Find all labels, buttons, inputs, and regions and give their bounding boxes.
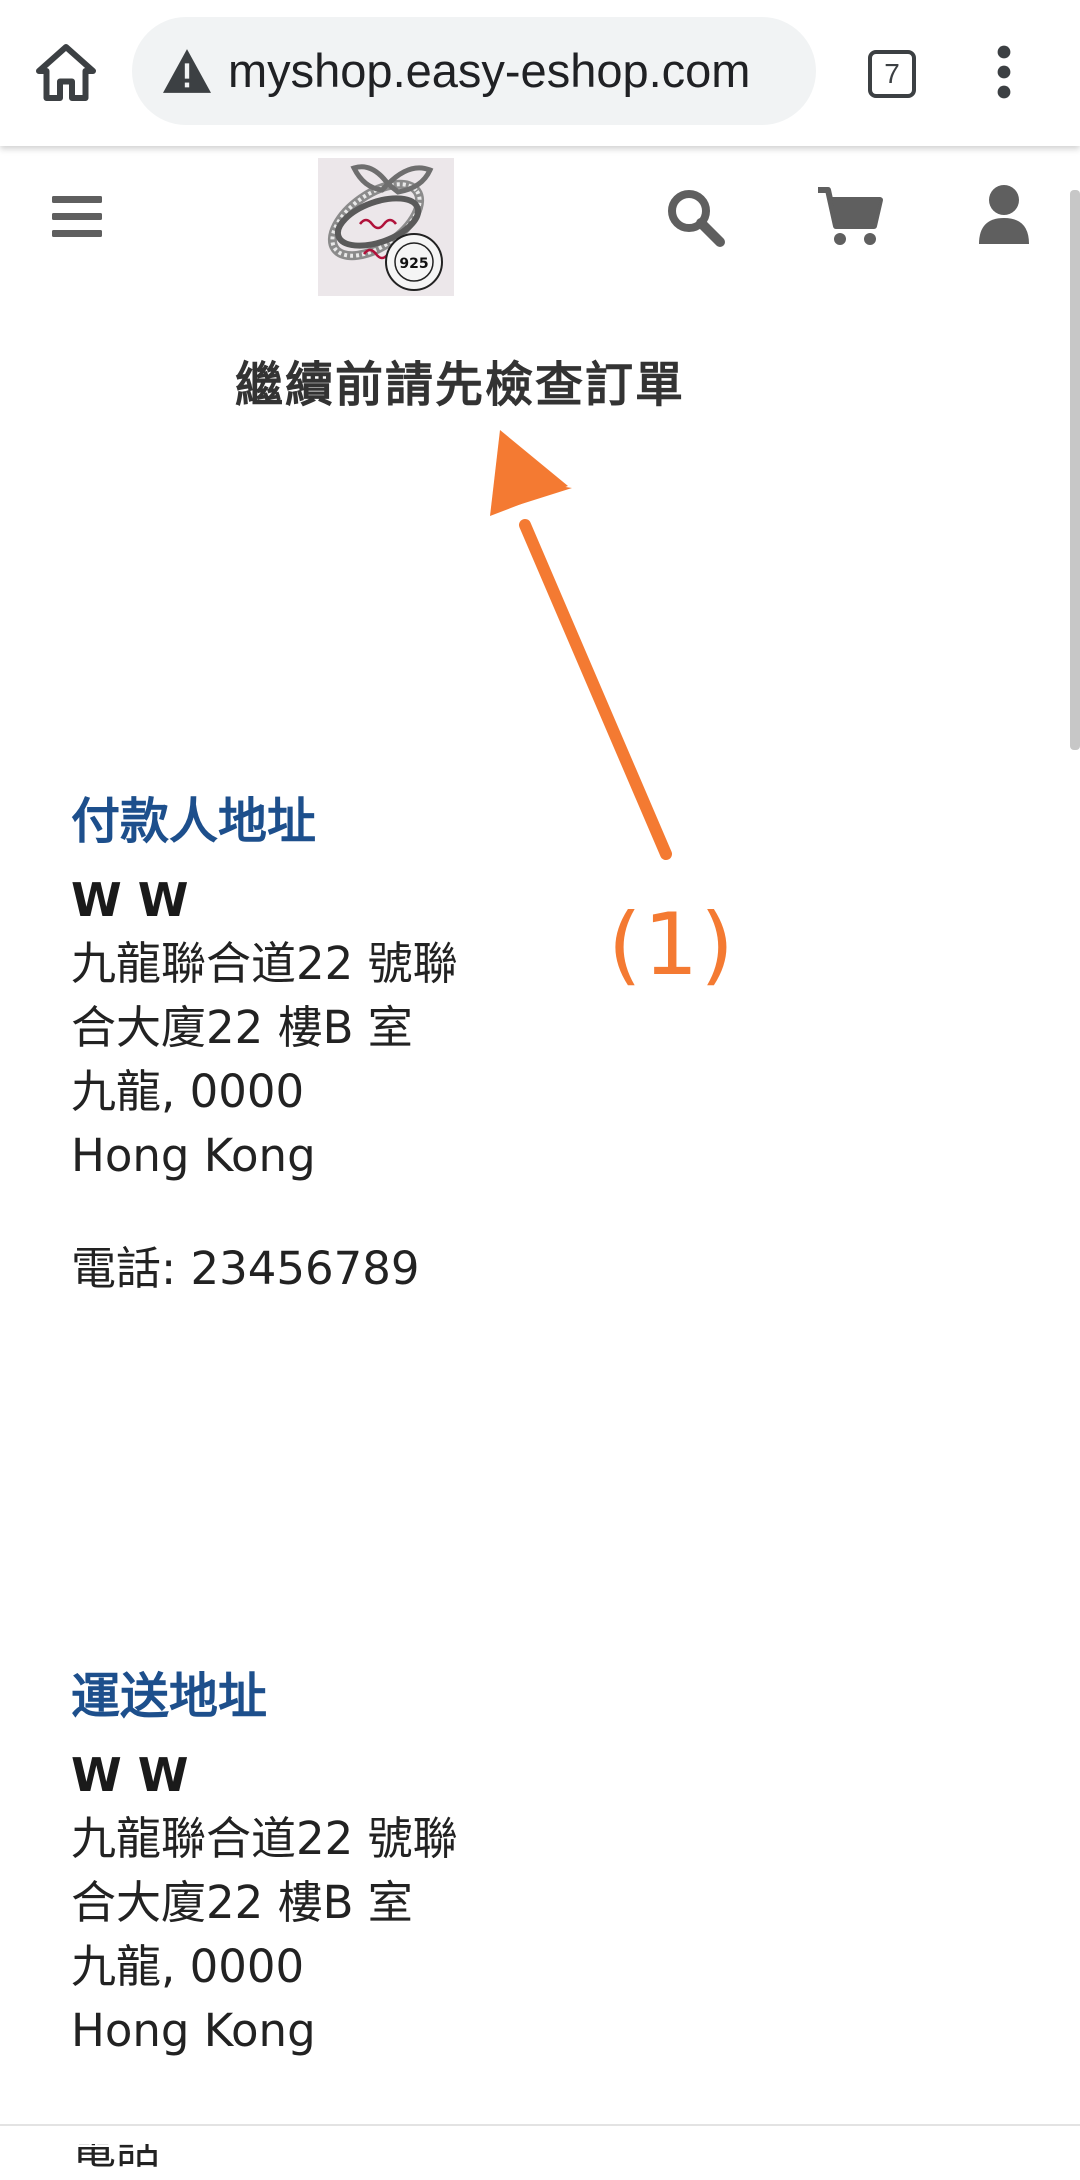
warning-triangle-icon[interactable] [160,47,214,95]
page-scrollbar[interactable] [1070,190,1080,750]
cart-button[interactable] [816,186,884,248]
shop-logo[interactable]: 925 [318,158,454,296]
shipping-address-line: 九龍聯合道22 號聯 [71,1812,458,1865]
address-bar[interactable]: myshop.easy-eshop.com [132,17,816,125]
billing-address-section: 付款人地址 W W 九龍聯合道22 號聯 合大廈22 樓B 室 九龍, 0000… [71,790,631,1301]
user-icon [979,185,1029,244]
home-icon [36,44,96,101]
viewport-bottom-edge [0,2124,1080,2144]
site-menu-button[interactable] [50,192,106,242]
billing-name: W W [71,873,189,927]
billing-address-line: 九龍聯合道22 號聯 [71,937,458,990]
shop-logo-image: 925 [318,158,454,296]
tab-count: 7 [868,50,916,98]
shipping-address-line: 九龍, 0000 [71,1940,305,1993]
billing-address-line: 九龍, 0000 [71,1065,305,1118]
billing-phone: 電話: 23456789 [71,1242,420,1295]
search-button[interactable] [664,186,726,248]
shipping-address-heading: 運送地址 [71,1668,268,1725]
svg-text:925: 925 [399,256,428,272]
tab-switcher-button[interactable]: 7 [862,44,922,104]
url-text[interactable]: myshop.easy-eshop.com [228,17,750,125]
more-vert-icon [997,45,1011,99]
shipping-name: W W [71,1748,189,1802]
account-button[interactable] [978,184,1030,246]
home-button[interactable] [30,38,102,110]
browser-toolbar: myshop.easy-eshop.com 7 [0,0,1080,146]
shop-header: 925 [0,146,1080,306]
billing-address-heading: 付款人地址 [71,793,317,850]
shipping-address-line: Hong Kong [71,2004,316,2057]
search-icon [668,190,725,247]
cart-icon [818,187,883,245]
page-title: 繼續前請先檢查訂單 [234,357,685,413]
browser-menu-button[interactable] [980,40,1028,104]
billing-address-line: 合大廈22 樓B 室 [71,1001,413,1054]
shipping-address-section: 運送地址 W W 九龍聯合道22 號聯 合大廈22 樓B 室 九龍, 0000 … [71,1665,631,2063]
shipping-address-line: 合大廈22 樓B 室 [71,1876,413,1929]
hamburger-icon [52,196,102,237]
billing-address-line: Hong Kong [71,1129,316,1182]
